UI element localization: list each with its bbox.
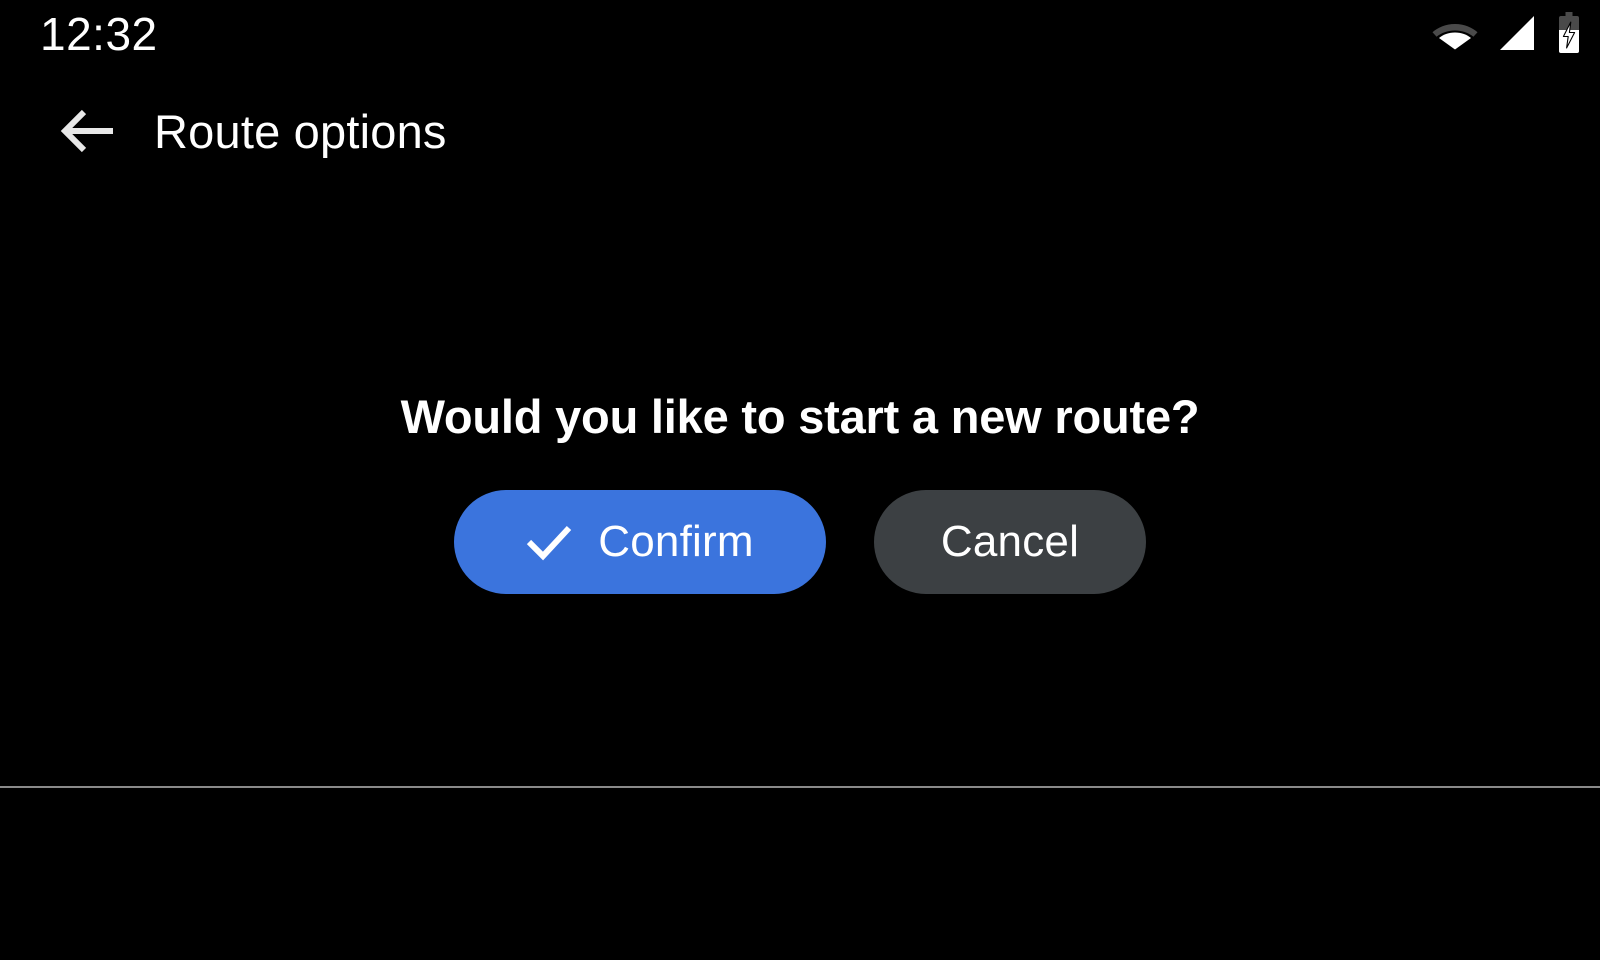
checkmark-icon [527,525,572,560]
cancel-button[interactable]: Cancel [874,489,1146,594]
status-bar-clock: 12:32 [40,8,158,60]
confirm-button-label: Confirm [598,516,754,566]
dialog-message: Would you like to start a new route? [400,389,1200,443]
battery-charging-icon [1556,12,1582,59]
cancel-button-label: Cancel [940,516,1080,566]
back-arrow-icon [60,109,113,153]
status-bar: 12:32 [0,0,1600,66]
page-title: Route options [154,104,447,158]
route-confirmation-dialog: Would you like to start a new route? Con… [0,196,1600,786]
app-header: Route options [0,66,1600,196]
dialog-actions: Confirm Cancel [454,489,1146,594]
bottom-nav-bar [0,788,1600,960]
confirm-button[interactable]: Confirm [454,489,826,594]
cellular-signal-icon [1496,14,1538,57]
back-button[interactable] [58,102,116,160]
wifi-icon [1432,15,1478,56]
status-bar-icons [1432,12,1582,59]
android-auto-screen: 12:32 Route options Would you like to st… [0,0,1600,960]
